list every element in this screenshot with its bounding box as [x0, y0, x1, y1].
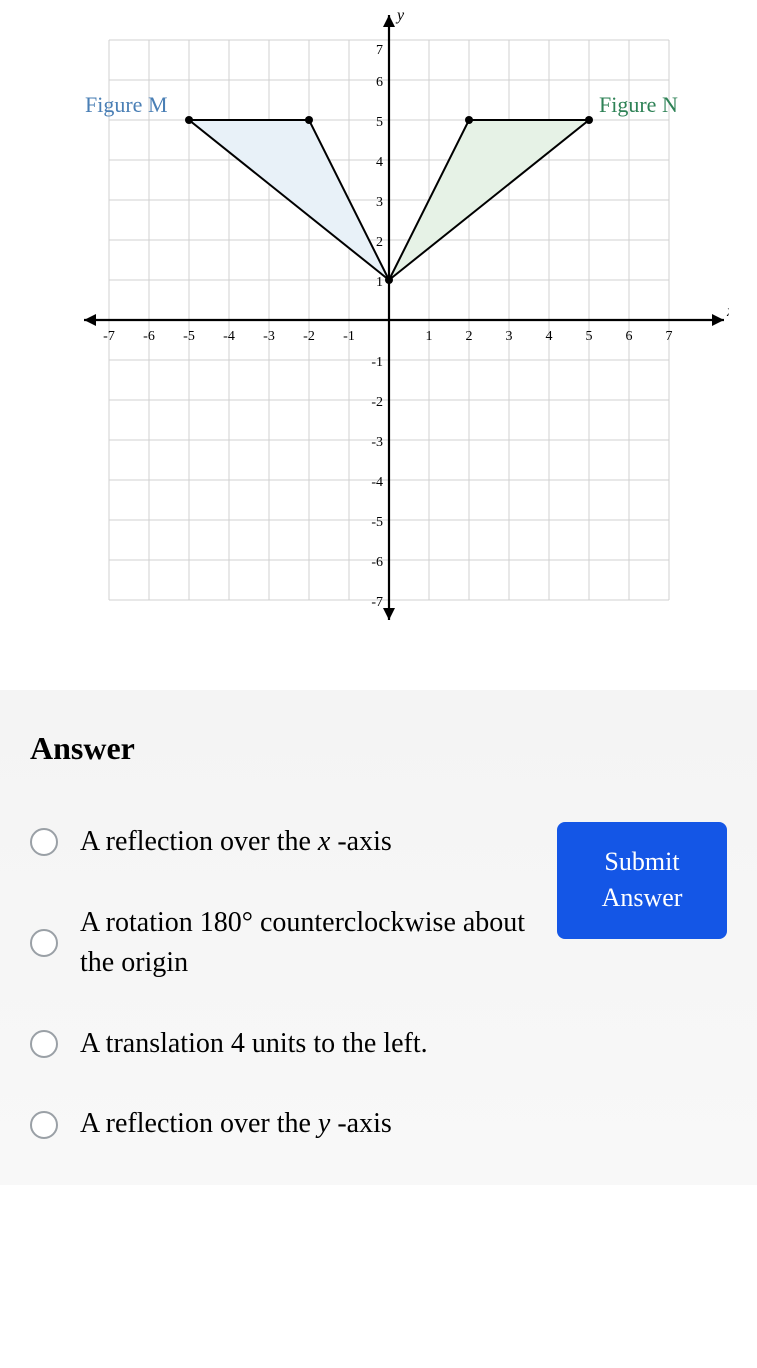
option-reflection-x[interactable]: A reflection over the x -axis — [30, 822, 527, 863]
svg-text:-6: -6 — [143, 329, 155, 344]
answer-section: Answer A reflection over the x -axis A r… — [0, 690, 757, 1185]
svg-text:-3: -3 — [371, 435, 383, 450]
svg-text:-2: -2 — [303, 329, 315, 344]
svg-text:6: 6 — [376, 75, 383, 90]
radio-icon — [30, 1111, 58, 1139]
svg-text:2: 2 — [465, 329, 472, 344]
option-label: A translation 4 units to the left. — [80, 1024, 428, 1065]
svg-text:-3: -3 — [263, 329, 275, 344]
svg-text:-1: -1 — [371, 355, 383, 370]
svg-text:3: 3 — [505, 329, 512, 344]
x-axis-label: x — [726, 303, 729, 320]
svg-text:-1: -1 — [343, 329, 355, 344]
radio-icon — [30, 929, 58, 957]
svg-text:-5: -5 — [183, 329, 195, 344]
radio-icon — [30, 828, 58, 856]
svg-text:-4: -4 — [371, 475, 383, 490]
svg-text:4: 4 — [545, 329, 552, 344]
svg-text:-6: -6 — [371, 555, 383, 570]
chart-container: -7 -6 -5 -4 -3 -2 -1 1 2 3 4 5 6 7 7 6 5… — [0, 0, 757, 690]
svg-text:-7: -7 — [103, 329, 115, 344]
svg-text:1: 1 — [425, 329, 432, 344]
svg-text:-7: -7 — [371, 595, 383, 610]
answer-heading: Answer — [30, 730, 727, 767]
svg-text:5: 5 — [585, 329, 592, 344]
radio-icon — [30, 1030, 58, 1058]
svg-text:7: 7 — [376, 43, 383, 58]
svg-text:-4: -4 — [223, 329, 235, 344]
svg-text:7: 7 — [665, 329, 672, 344]
svg-text:-5: -5 — [371, 515, 383, 530]
svg-text:2: 2 — [376, 235, 383, 250]
option-label: A reflection over the x -axis — [80, 822, 392, 863]
option-rotation-180[interactable]: A rotation 180° counterclockwise about t… — [30, 903, 527, 984]
svg-text:4: 4 — [376, 155, 383, 170]
option-label: A rotation 180° counterclockwise about t… — [80, 903, 527, 984]
svg-text:3: 3 — [376, 195, 383, 210]
option-label: A reflection over the y -axis — [80, 1104, 392, 1145]
figure-n-label: Figure N — [599, 92, 678, 117]
option-translation-left[interactable]: A translation 4 units to the left. — [30, 1024, 527, 1065]
svg-text:6: 6 — [625, 329, 632, 344]
svg-text:-2: -2 — [371, 395, 383, 410]
figure-m-label: Figure M — [85, 92, 168, 117]
coordinate-grid: -7 -6 -5 -4 -3 -2 -1 1 2 3 4 5 6 7 7 6 5… — [29, 10, 729, 630]
submit-button[interactable]: Submit Answer — [557, 822, 727, 939]
option-reflection-y[interactable]: A reflection over the y -axis — [30, 1104, 527, 1145]
svg-text:5: 5 — [376, 115, 383, 130]
svg-text:1: 1 — [376, 275, 383, 290]
y-axis-label: y — [395, 10, 405, 24]
options-list: A reflection over the x -axis A rotation… — [30, 822, 527, 1145]
